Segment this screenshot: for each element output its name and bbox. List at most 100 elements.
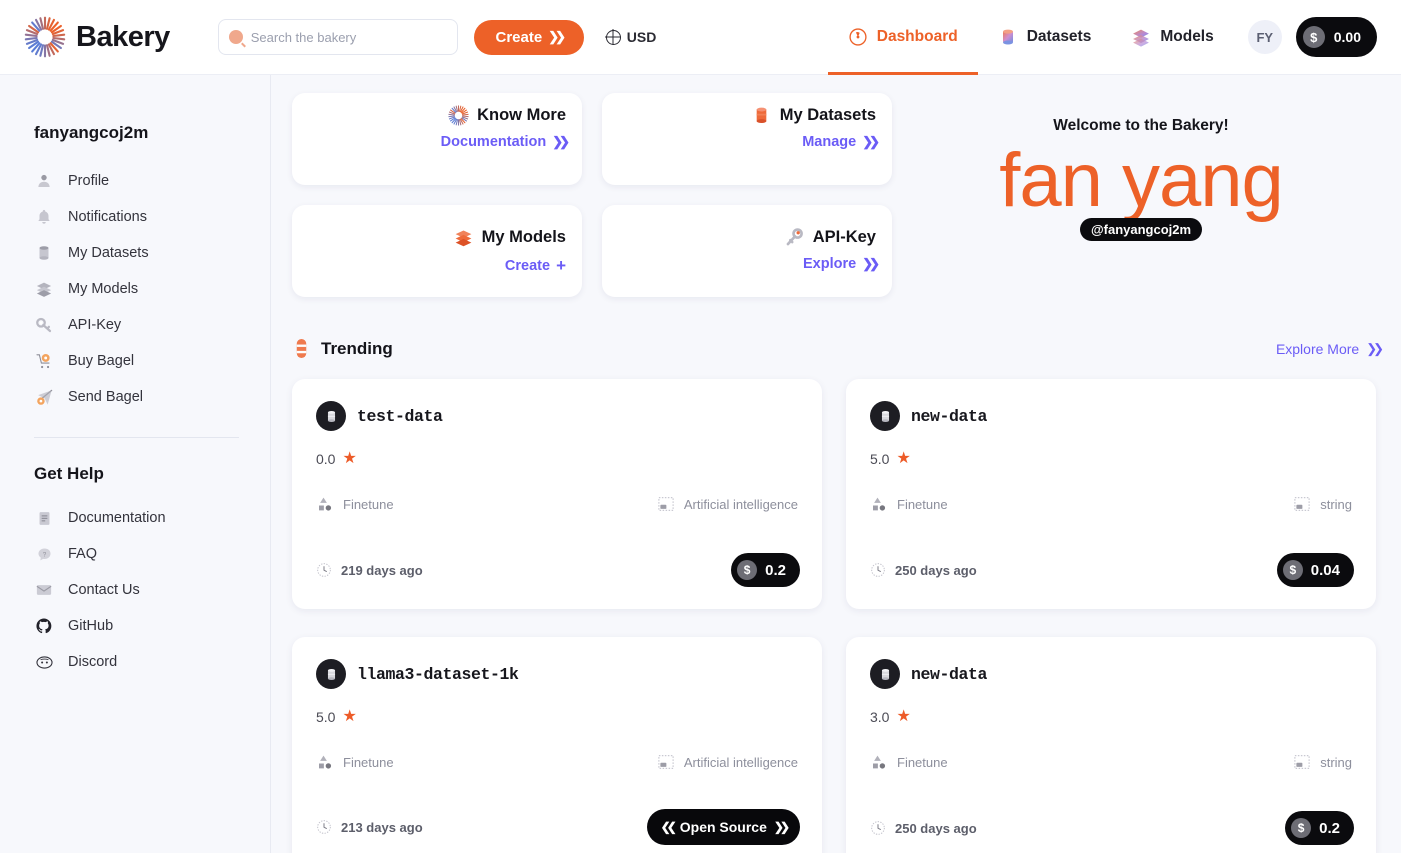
nav-item-dashboard[interactable]: Dashboard — [827, 0, 978, 75]
clock-icon — [871, 563, 885, 577]
trending-card[interactable]: llama3-dataset-1k 5.0 ★ Finetune Artific… — [292, 637, 822, 853]
explore-more-link[interactable]: Explore More ❯❯ — [1275, 340, 1384, 357]
envelope-icon — [34, 580, 54, 600]
globe-icon — [605, 29, 621, 45]
sidebar-label: My Models — [68, 281, 139, 297]
price-badge[interactable]: $ 0.2 — [731, 553, 800, 587]
card-tags: Finetune Artificial intelligence — [316, 495, 798, 513]
sidebar-item-faq[interactable]: ? FAQ — [34, 536, 270, 572]
quick-card-action-label: Create — [504, 258, 551, 274]
card-footer: 213 days ago ❮❮ Open Source ❯❯ — [316, 809, 800, 845]
timestamp-label: 250 days ago — [895, 820, 977, 836]
plus-icon: + — [556, 256, 566, 275]
price-amount: 0.2 — [765, 561, 786, 579]
open-source-label: Open Source — [679, 819, 767, 835]
nav-item-datasets[interactable]: Datasets — [978, 0, 1112, 75]
sidebar-label: Profile — [68, 173, 110, 189]
quick-card-header: My Datasets — [751, 105, 876, 126]
trending-bagel-icon — [296, 339, 307, 358]
sidebar-item-github[interactable]: GitHub — [34, 608, 270, 644]
trending-title: Trending — [321, 338, 393, 358]
double-chevron-left-icon: ❮❮ — [660, 820, 677, 834]
sidebar-item-profile[interactable]: Profile — [34, 163, 270, 199]
sidebar-label: Notifications — [68, 209, 147, 225]
discord-icon — [34, 652, 54, 672]
rating-value: 5.0 — [316, 709, 336, 725]
sidebar-help-label: GitHub — [68, 618, 114, 634]
double-chevron-right-icon: ❯❯ — [1366, 340, 1384, 356]
layers-icon — [34, 279, 54, 299]
rating: 5.0 ★ — [316, 709, 798, 726]
price-badge[interactable]: $ 0.2 — [1285, 811, 1354, 845]
trending-card[interactable]: new-data 5.0 ★ Finetune string 250 days … — [846, 379, 1376, 609]
balance-pill[interactable]: $ 0.00 — [1295, 17, 1377, 57]
search-input[interactable] — [250, 29, 447, 45]
shapes-icon — [319, 497, 332, 511]
quick-card-action-manage[interactable]: Manage ❯❯ — [802, 134, 880, 150]
sidebar-item-discord[interactable]: Discord — [34, 644, 270, 680]
bakery-logo-icon — [24, 16, 66, 58]
sidebar-help-list: Documentation ? FAQ Contact Us GitHub Di… — [34, 500, 270, 680]
quick-card-my-datasets[interactable]: My Datasets Manage ❯❯ — [602, 93, 892, 185]
nav-item-models[interactable]: Models — [1111, 0, 1233, 75]
quick-card-action-explore[interactable]: Explore ❯❯ — [803, 256, 880, 272]
quick-card-api-key[interactable]: API-Key Explore ❯❯ — [602, 205, 892, 297]
key-icon — [786, 228, 803, 246]
open-source-badge[interactable]: ❮❮ Open Source ❯❯ — [646, 809, 800, 845]
tag-right: string — [1293, 753, 1352, 771]
price-amount: 0.04 — [1310, 561, 1340, 579]
price-amount: 0.2 — [1319, 819, 1340, 837]
brand[interactable]: Bakery — [24, 16, 170, 58]
dollar-coin-icon: $ — [1282, 560, 1303, 580]
sidebar-item-my-datasets[interactable]: My Datasets — [34, 235, 270, 271]
card-tags: Finetune string — [870, 495, 1352, 513]
rating-value: 3.0 — [870, 709, 890, 725]
sidebar: fanyangcoj2m Profile Notifications My Da… — [0, 75, 271, 853]
sidebar-item-api-key[interactable]: API-Key — [34, 307, 270, 343]
clock-icon — [317, 820, 331, 834]
timestamp: 250 days ago — [870, 562, 977, 578]
models-layers-icon — [1133, 29, 1150, 47]
avatar[interactable]: FY — [1247, 20, 1282, 54]
trending-card[interactable]: test-data 0.0 ★ Finetune Artificial inte… — [292, 379, 822, 609]
explore-more-label: Explore More — [1275, 340, 1360, 357]
trending-cards-grid: test-data 0.0 ★ Finetune Artificial inte… — [292, 379, 1380, 853]
card-header: test-data — [316, 401, 798, 431]
quick-actions-grid: Know More Documentation ❯❯ My Datasets M… — [292, 93, 892, 297]
create-button[interactable]: Create ❯❯ — [473, 19, 584, 55]
sidebar-item-buy-bagel[interactable]: Buy Bagel — [34, 343, 270, 379]
currency-selector[interactable]: USD — [605, 29, 656, 45]
sidebar-help-title: Get Help — [34, 464, 104, 483]
sidebar-item-notifications[interactable]: Notifications — [34, 199, 270, 235]
dollar-coin-icon: $ — [1291, 818, 1312, 838]
sidebar-help-label: FAQ — [68, 546, 98, 562]
dataset-cylinder-icon — [316, 401, 346, 431]
quick-card-my-models[interactable]: My Models Create + — [292, 205, 582, 297]
sidebar-item-send-bagel[interactable]: Send Bagel — [34, 379, 270, 415]
search-box[interactable] — [217, 19, 458, 55]
quick-card-action-label: Documentation — [440, 134, 547, 150]
trending-card[interactable]: new-data 3.0 ★ Finetune string 250 days … — [846, 637, 1376, 853]
quick-card-header: Know More — [448, 105, 566, 126]
dataset-cylinder-icon — [316, 659, 346, 689]
quick-card-action-documentation[interactable]: Documentation ❯❯ — [440, 134, 570, 150]
dollar-coin-icon: $ — [1302, 26, 1325, 48]
timestamp-label: 250 days ago — [895, 562, 977, 578]
tag-right: Artificial intelligence — [657, 753, 798, 771]
quick-card-title: API-Key — [812, 228, 876, 246]
quick-card-action-create[interactable]: Create + — [505, 256, 566, 276]
rating: 3.0 ★ — [870, 709, 1352, 726]
quick-card-action-label: Manage — [802, 134, 857, 150]
dataset-name: llama3-dataset-1k — [357, 664, 519, 684]
trending-header: Trending Explore More ❯❯ — [292, 338, 1384, 359]
price-badge[interactable]: $ 0.04 — [1276, 553, 1354, 587]
main-nav: Dashboard Datasets Models FY $ 0.00 — [827, 0, 1401, 75]
quick-card-header: API-Key — [784, 227, 876, 248]
quick-card-header: My Models — [453, 227, 566, 248]
sidebar-item-contact-us[interactable]: Contact Us — [34, 572, 270, 608]
tag-right-label: string — [1320, 754, 1352, 770]
sidebar-item-my-models[interactable]: My Models — [34, 271, 270, 307]
nav-label-dashboard: Dashboard — [876, 28, 958, 45]
quick-card-know-more[interactable]: Know More Documentation ❯❯ — [292, 93, 582, 185]
sidebar-item-documentation[interactable]: Documentation — [34, 500, 270, 536]
